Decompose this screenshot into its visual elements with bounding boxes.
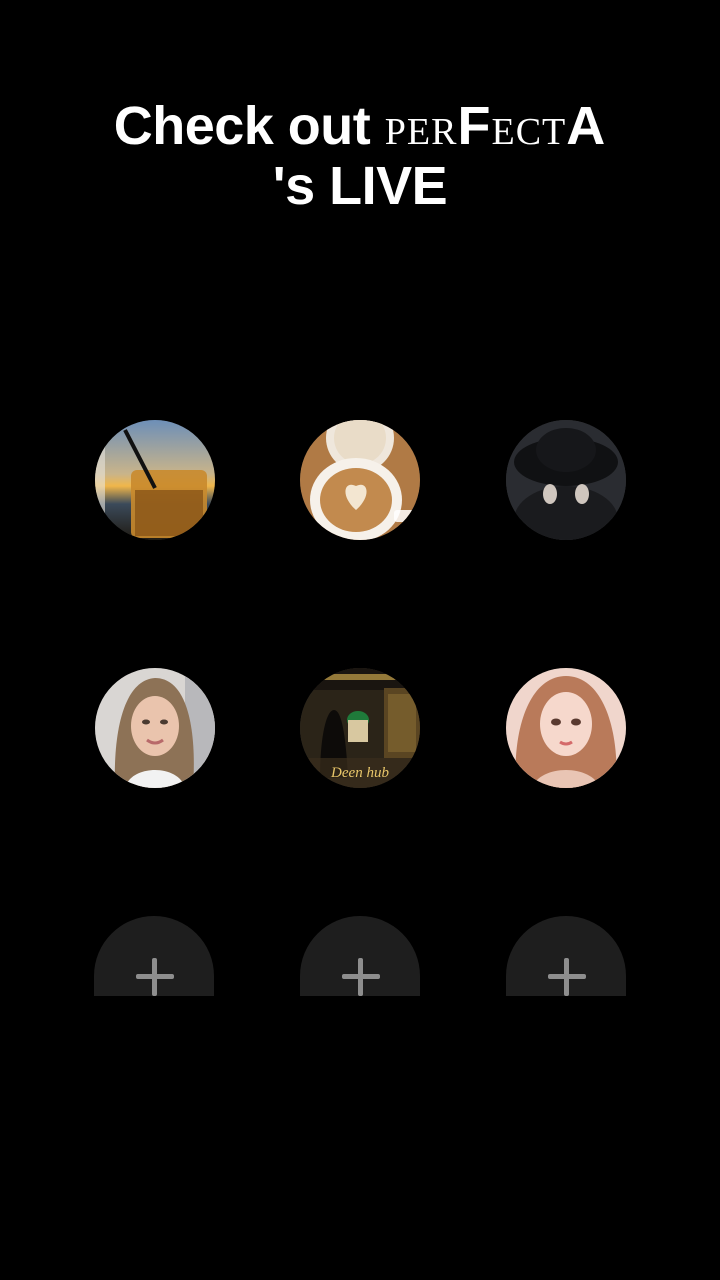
plus-icon (548, 958, 586, 996)
title-prefix: Check out (113, 96, 371, 156)
guest-avatar-4[interactable] (95, 668, 215, 788)
guest-avatar-3[interactable] (506, 420, 626, 540)
hat-person-image (506, 420, 626, 540)
girl-portrait-image (95, 668, 215, 788)
guest-avatar-6[interactable] (506, 668, 626, 788)
host-name-part-4: A (566, 96, 607, 156)
deen-hub-image: Deen hub (300, 668, 420, 788)
drink-sunset-image (95, 420, 215, 540)
host-name-part-3: ect (491, 96, 567, 156)
guest-avatar-5[interactable]: Deen hub (300, 668, 420, 788)
host-name-part-2: F (457, 96, 492, 156)
guest-avatar-1[interactable] (95, 420, 215, 540)
add-guest-slot-1[interactable] (94, 916, 214, 996)
title-suffix: 's LIVE (272, 156, 448, 216)
host-name-part-1: per (384, 96, 458, 156)
guest-avatar-2[interactable] (300, 420, 420, 540)
plus-icon (342, 958, 380, 996)
page-title: Check out perFectA 's LIVE (60, 96, 660, 216)
plus-icon (136, 958, 174, 996)
anime-girl-image (506, 668, 626, 788)
add-guest-slot-3[interactable] (506, 916, 626, 996)
deen-hub-caption: Deen hub (330, 765, 389, 781)
add-guest-slot-2[interactable] (300, 916, 420, 996)
host-name: perFectA (385, 96, 606, 156)
latte-art-image (300, 420, 420, 540)
